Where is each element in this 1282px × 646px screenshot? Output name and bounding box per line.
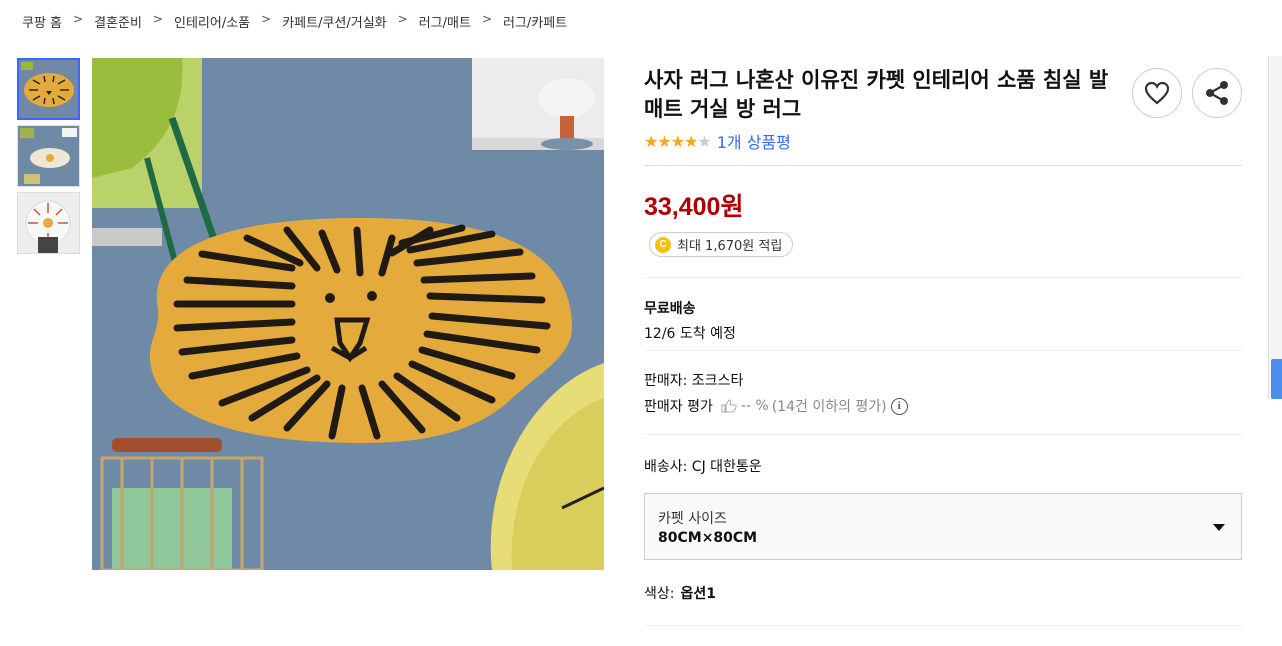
option-selected-value: 80CM×80CM xyxy=(658,530,758,546)
product-title: 사자 러그 나혼산 이유진 카펫 인테리어 소품 침실 발매트 거실 방 러그 xyxy=(644,68,1109,121)
thumbnail-list xyxy=(17,58,80,259)
divider xyxy=(644,350,1242,351)
lion-rug-photo xyxy=(92,58,604,570)
breadcrumb-wedding[interactable]: 결혼준비 xyxy=(94,12,142,31)
breadcrumb-separator: > xyxy=(481,12,492,26)
shipping-title: 무료배송 xyxy=(644,301,696,317)
breadcrumb-separator: > xyxy=(152,12,163,26)
seller-rating-note: (14건 이하의 평가) xyxy=(771,399,887,415)
product-main-image[interactable] xyxy=(92,58,604,570)
review-count-link[interactable]: 1개 상품평 xyxy=(717,129,791,153)
breadcrumb-separator: > xyxy=(73,12,84,26)
thumbnail-2-image xyxy=(18,126,79,186)
star-empty-icon: ★ xyxy=(697,131,711,151)
divider xyxy=(644,277,1242,278)
seller-rating: 판매자 평가 -- % (14건 이하의 평가) i xyxy=(644,396,908,416)
breadcrumb-rug-carpet[interactable]: 러그/카페트 xyxy=(503,12,567,31)
divider xyxy=(644,165,1242,166)
scrollbar-thumb[interactable] xyxy=(1271,359,1282,399)
cash-reward-text: 최대 1,670원 적립 xyxy=(677,239,783,254)
size-option-select[interactable]: 카펫 사이즈 80CM×80CM xyxy=(644,493,1242,560)
info-icon[interactable]: i xyxy=(890,397,908,415)
thumbnail-1-image xyxy=(19,60,78,118)
rating-row: ★ ★ ★ ★ ★ 1개 상품평 xyxy=(644,129,791,153)
cash-reward-badge: C 최대 1,670원 적립 xyxy=(649,232,794,257)
product-info: 사자 러그 나혼산 이유진 카펫 인테리어 소품 침실 발매트 거실 방 러그 … xyxy=(644,66,1242,626)
share-button[interactable] xyxy=(1192,68,1242,118)
color-label: 색상: xyxy=(644,586,675,602)
breadcrumb-home[interactable]: 쿠팡 홈 xyxy=(22,12,62,31)
chevron-down-icon xyxy=(1213,524,1225,531)
share-icon xyxy=(1206,81,1228,105)
color-value: 옵션1 xyxy=(680,586,716,602)
shipping-date: 12/6 도착 예정 xyxy=(644,326,736,342)
divider xyxy=(644,434,1242,435)
seller-rating-label: 판매자 평가 xyxy=(644,399,713,415)
color-row: 색상: 옵션1 xyxy=(644,583,716,603)
thumbnail-1[interactable] xyxy=(17,58,80,120)
breadcrumb-separator: > xyxy=(261,12,272,26)
wishlist-button[interactable] xyxy=(1132,68,1182,118)
thumbnail-3-image xyxy=(18,193,79,253)
carrier-info: 배송사: CJ 대한통운 xyxy=(644,459,762,475)
scrollbar[interactable] xyxy=(1268,56,1282,399)
breadcrumb-carpet[interactable]: 카페트/쿠션/거실화 xyxy=(282,12,386,31)
option-label: 카펫 사이즈 xyxy=(658,511,727,527)
star-filled-icon: ★ xyxy=(684,131,698,151)
thumbnail-3[interactable] xyxy=(17,192,80,254)
thumbs-up-icon xyxy=(721,399,737,413)
seller-rating-value: -- % xyxy=(740,398,769,414)
star-filled-icon: ★ xyxy=(670,131,685,151)
star-filled-icon: ★ xyxy=(644,131,658,151)
star-rating: ★ ★ ★ ★ ★ xyxy=(644,131,712,151)
star-filled-icon: ★ xyxy=(657,131,671,151)
seller-name: 판매자: 조크스타 xyxy=(644,373,744,389)
breadcrumb-separator: > xyxy=(397,12,408,26)
breadcrumb: 쿠팡 홈 > 결혼준비 > 인테리어/소품 > 카페트/쿠션/거실화 > 러그/… xyxy=(22,12,567,31)
coin-icon: C xyxy=(655,236,671,253)
heart-icon xyxy=(1144,81,1170,105)
thumbnail-2[interactable] xyxy=(17,125,80,187)
breadcrumb-interior[interactable]: 인테리어/소품 xyxy=(174,12,250,31)
product-price: 33,400원 xyxy=(644,193,744,221)
divider xyxy=(644,625,1242,626)
breadcrumb-rug-mat[interactable]: 러그/매트 xyxy=(419,12,471,31)
